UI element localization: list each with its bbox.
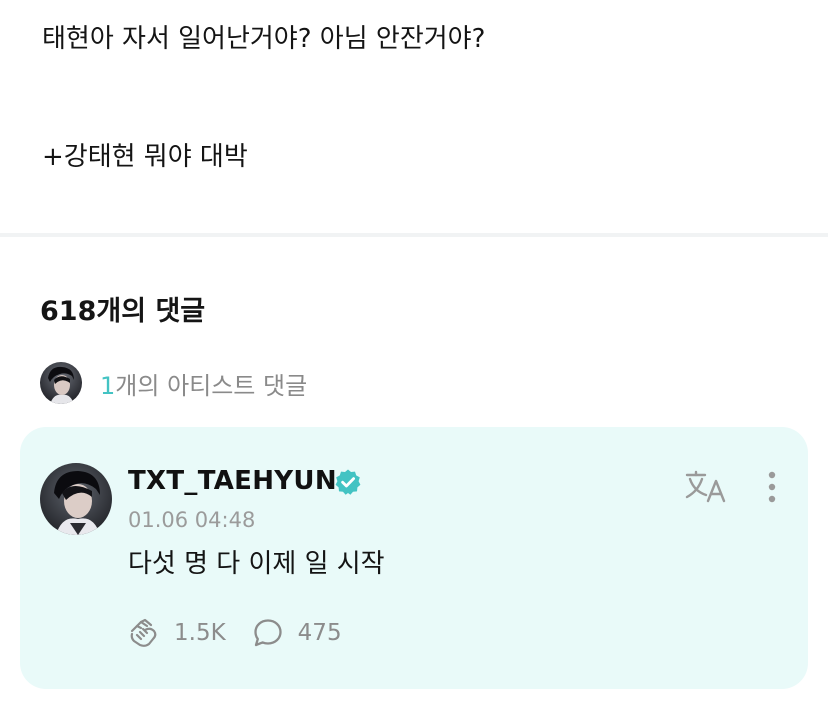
- artist-comment-card: TXT_TAEHYUN 01.06 04:48 다섯 명 다 이제 일 시작 1…: [20, 427, 808, 689]
- post-text-line: +강태현 뭐야 대박: [42, 142, 248, 172]
- comment-count-heading: 618개의 댓글: [40, 296, 206, 327]
- comment-timestamp: 01.06 04:48: [128, 508, 256, 532]
- like-button[interactable]: 1.5K: [128, 617, 226, 649]
- comment-actions: 1.5K 475: [128, 615, 342, 651]
- comment-body: 다섯 명 다 이제 일 시작: [128, 549, 385, 579]
- artist-comment-number: 1: [100, 371, 116, 400]
- reply-count: 475: [297, 620, 342, 646]
- post-text-line: 태현아 자서 일어난거야? 아님 안잔거야?: [42, 24, 486, 54]
- verified-badge-icon: [335, 469, 361, 495]
- author-avatar[interactable]: [40, 463, 112, 535]
- like-hand-icon: [130, 618, 157, 647]
- reply-bubble-icon: [254, 619, 282, 647]
- artist-comments-toggle[interactable]: 1개의 아티스트 댓글: [40, 362, 307, 404]
- like-count: 1.5K: [174, 620, 226, 646]
- artist-comment-label: 개의 아티스트 댓글: [115, 371, 308, 400]
- author-name[interactable]: TXT_TAEHYUN: [128, 465, 337, 497]
- translate-icon[interactable]: [684, 469, 728, 505]
- section-divider: [0, 233, 828, 237]
- artist-comment-count: 1개의 아티스트 댓글: [100, 366, 307, 401]
- artist-avatar: [40, 362, 82, 404]
- more-vertical-icon[interactable]: [760, 469, 784, 505]
- reply-button[interactable]: 475: [252, 617, 342, 649]
